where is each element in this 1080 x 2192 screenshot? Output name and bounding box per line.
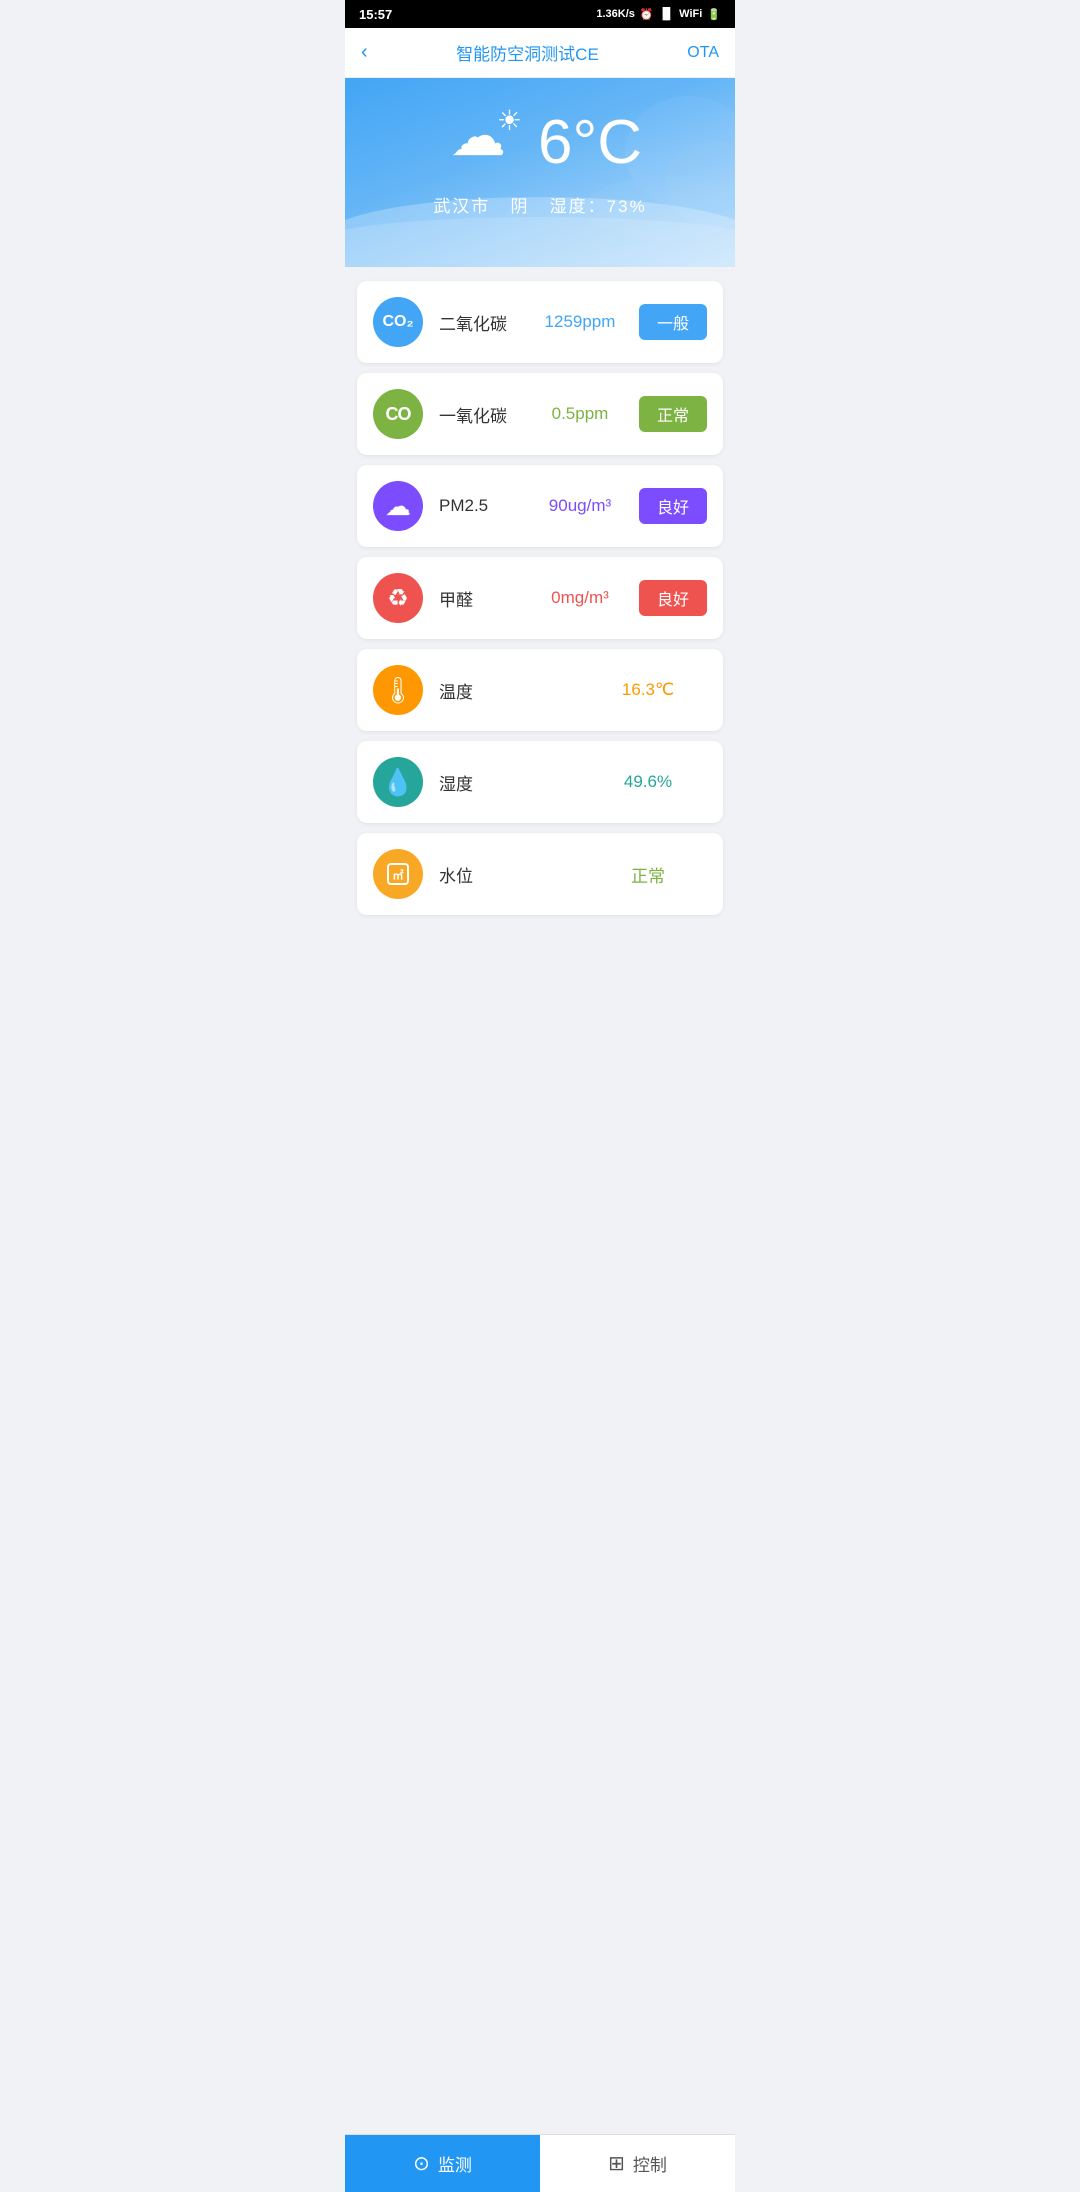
sensor-card-temp: 🌡 温度 16.3℃	[357, 649, 723, 731]
battery-icon: 🔋	[707, 8, 721, 21]
tab-bar: ⊙ 监测 ⊞ 控制	[345, 2134, 735, 2192]
sensor-card-co: CO 一氧化碳 0.5ppm 正常	[357, 373, 723, 455]
humidity-label: 湿度	[439, 770, 603, 795]
temp-icon: 🌡	[373, 665, 423, 715]
sun-icon: ☀	[497, 104, 522, 137]
water-icon: ㎡	[373, 849, 423, 899]
tab-monitor[interactable]: ⊙ 监测	[345, 2135, 540, 2192]
clock-icon: ⏰	[640, 8, 654, 21]
water-value: 正常	[603, 862, 693, 887]
pm25-icon: ☁	[373, 481, 423, 531]
co2-icon: CO₂	[373, 297, 423, 347]
humidity-value: 49.6%	[603, 772, 693, 792]
wave-decoration	[575, 88, 735, 248]
signal-icon: ▐▌	[659, 8, 675, 20]
co-value: 0.5ppm	[535, 404, 625, 424]
svg-text:㎡: ㎡	[393, 868, 404, 882]
sensor-list: CO₂ 二氧化碳 1259ppm 一般 CO 一氧化碳 0.5ppm 正常 ☁ …	[345, 267, 735, 1005]
sensor-card-pm25: ☁ PM2.5 90ug/m³ 良好	[357, 465, 723, 547]
sensor-card-water: ㎡ 水位 正常	[357, 833, 723, 915]
sensor-card-hcho: ♻ 甲醛 0mg/m³ 良好	[357, 557, 723, 639]
co2-label: 二氧化碳	[439, 310, 535, 335]
co2-badge[interactable]: 一般	[639, 304, 707, 340]
pm25-value: 90ug/m³	[535, 496, 625, 516]
control-label: 控制	[633, 2151, 667, 2176]
sensor-card-humidity: 💧 湿度 49.6%	[357, 741, 723, 823]
status-bar: 15:57 1.36K/s ⏰ ▐▌ WiFi 🔋	[345, 0, 735, 28]
tab-control[interactable]: ⊞ 控制	[540, 2135, 735, 2192]
hcho-label: 甲醛	[439, 586, 535, 611]
monitor-icon: ⊙	[413, 2151, 430, 2176]
network-speed: 1.36K/s	[596, 8, 635, 20]
temp-value: 16.3℃	[603, 680, 693, 700]
weather-banner: ☁ ☀ 6°C 武汉市 阴 湿度：73%	[345, 78, 735, 267]
co-label: 一氧化碳	[439, 402, 535, 427]
control-icon: ⊞	[608, 2151, 625, 2176]
co-icon: CO	[373, 389, 423, 439]
page-title: 智能防空洞测试CE	[456, 40, 599, 65]
top-nav: ‹ 智能防空洞测试CE OTA	[345, 28, 735, 78]
monitor-label: 监测	[438, 2151, 472, 2176]
sensor-card-co2: CO₂ 二氧化碳 1259ppm 一般	[357, 281, 723, 363]
water-level-svg: ㎡	[384, 860, 412, 888]
temp-label: 温度	[439, 678, 603, 703]
co-badge[interactable]: 正常	[639, 396, 707, 432]
pm25-badge[interactable]: 良好	[639, 488, 707, 524]
hcho-icon: ♻	[373, 573, 423, 623]
weather-icon-wrap: ☁ ☀	[438, 108, 518, 178]
back-button[interactable]: ‹	[361, 41, 368, 64]
status-time: 15:57	[359, 7, 392, 22]
wifi-icon: WiFi	[679, 8, 702, 20]
hcho-badge[interactable]: 良好	[639, 580, 707, 616]
status-right: 1.36K/s ⏰ ▐▌ WiFi 🔋	[596, 8, 721, 21]
pm25-label: PM2.5	[439, 496, 535, 516]
humidity-icon: 💧	[373, 757, 423, 807]
co2-value: 1259ppm	[535, 312, 625, 332]
water-label: 水位	[439, 862, 603, 887]
ota-button[interactable]: OTA	[687, 44, 719, 62]
hcho-value: 0mg/m³	[535, 588, 625, 608]
